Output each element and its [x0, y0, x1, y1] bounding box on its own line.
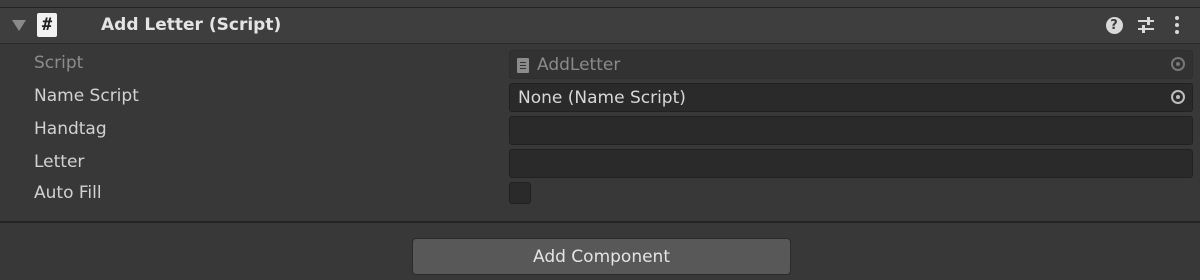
inspector-top-edge — [0, 0, 1200, 8]
help-icon[interactable]: ? — [1103, 14, 1125, 36]
property-row-letter: Letter — [0, 148, 1200, 178]
add-component-button[interactable]: Add Component — [412, 238, 791, 275]
name-script-value: None (Name Script) — [518, 88, 686, 108]
script-hash-icon: # — [37, 13, 57, 37]
script-file-icon — [517, 58, 529, 73]
preset-sliders-icon[interactable] — [1135, 14, 1157, 36]
property-row-name-script: Name Script None (Name Script) — [0, 82, 1200, 112]
handtag-input[interactable] — [509, 116, 1193, 145]
script-value: AddLetter — [537, 55, 621, 75]
property-row-auto-fill: Auto Fill — [0, 179, 1200, 209]
name-script-field[interactable]: None (Name Script) — [509, 83, 1193, 112]
component-divider — [0, 221, 1200, 223]
handtag-label: Handtag — [34, 119, 107, 139]
property-row-handtag: Handtag — [0, 115, 1200, 145]
name-script-label: Name Script — [34, 86, 139, 106]
component-title: Add Letter (Script) — [101, 15, 282, 35]
object-picker-icon — [1171, 57, 1185, 71]
letter-label: Letter — [34, 152, 85, 172]
component-header[interactable]: # Add Letter (Script) ? — [0, 8, 1200, 44]
letter-input[interactable] — [509, 149, 1193, 178]
auto-fill-label: Auto Fill — [34, 183, 102, 203]
script-label: Script — [34, 53, 84, 73]
auto-fill-checkbox[interactable] — [509, 182, 531, 204]
property-row-script: Script AddLetter — [0, 49, 1200, 79]
script-field: AddLetter — [509, 50, 1193, 79]
kebab-menu-icon[interactable] — [1166, 14, 1188, 36]
object-picker-icon[interactable] — [1171, 90, 1185, 104]
foldout-arrow-icon[interactable] — [12, 20, 26, 31]
